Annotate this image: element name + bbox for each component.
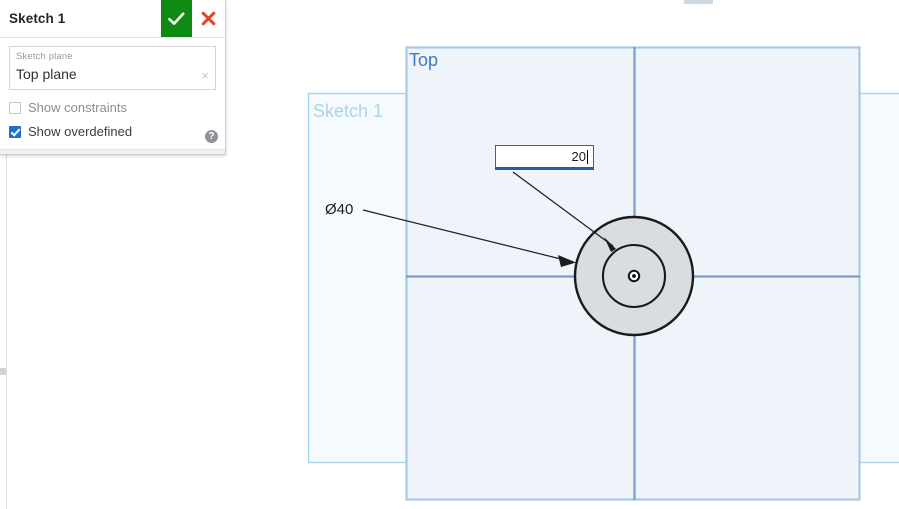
show-overdefined-checkbox[interactable]	[9, 125, 21, 138]
check-icon	[168, 12, 185, 25]
close-icon	[201, 11, 216, 26]
diameter-dimension-label[interactable]: Ø40	[325, 201, 353, 218]
sketch-plane-label: Sketch plane	[16, 51, 73, 62]
show-constraints-row[interactable]: Show constraints	[9, 99, 216, 116]
show-constraints-checkbox[interactable]	[9, 101, 21, 114]
panel-scrollbar-thumb[interactable]	[0, 368, 6, 375]
plane-name-label[interactable]: Top	[409, 50, 438, 71]
text-caret	[587, 149, 588, 164]
dimension-input-field[interactable]: 20	[495, 145, 594, 170]
dimension-input-value: 20	[571, 149, 586, 164]
toolbar-fragment[interactable]	[684, 0, 713, 4]
clear-sketch-plane-icon[interactable]: ×	[201, 69, 209, 82]
show-constraints-label: Show constraints	[28, 100, 127, 115]
sketch-name-label[interactable]: Sketch 1	[313, 101, 383, 122]
dialog-footer-strip	[0, 149, 225, 154]
show-overdefined-row[interactable]: Show overdefined	[9, 123, 216, 140]
origin-point-dot	[632, 274, 636, 278]
sketch-dialog: Sketch 1 Sketch plane Top plane × Show c…	[0, 0, 226, 155]
dialog-title: Sketch 1	[9, 11, 66, 26]
sketch-plane-value: Top plane	[16, 66, 77, 82]
sketch-plane-field[interactable]: Sketch plane Top plane ×	[9, 46, 216, 90]
show-overdefined-label: Show overdefined	[28, 124, 133, 139]
cancel-button[interactable]	[192, 0, 225, 37]
help-icon[interactable]: ?	[205, 130, 218, 143]
accept-button[interactable]	[161, 0, 192, 37]
dialog-body: Sketch plane Top plane × Show constraint…	[0, 38, 225, 149]
dialog-header: Sketch 1	[0, 0, 225, 38]
